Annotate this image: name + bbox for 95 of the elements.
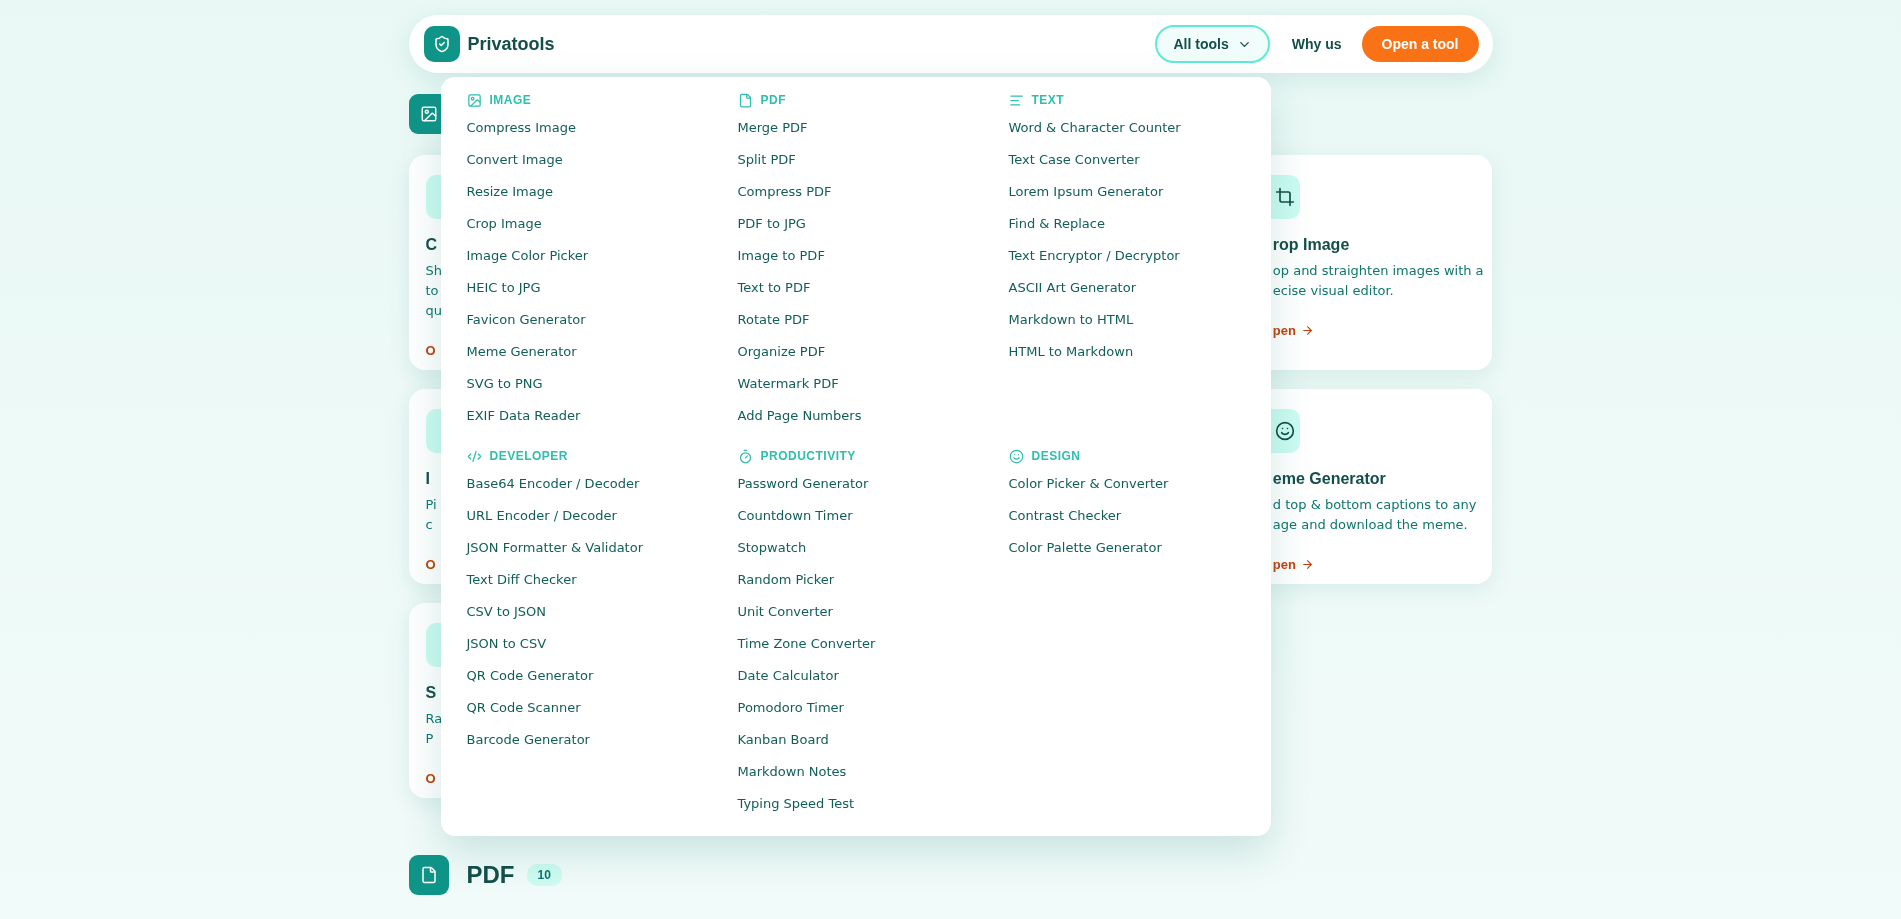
menu-item[interactable]: Password Generator [737,468,869,500]
smile-icon [1008,448,1024,464]
menu-item[interactable]: Countdown Timer [737,500,853,532]
menu-item[interactable]: Lorem Ipsum Generator [1008,176,1164,208]
menu-item[interactable]: PDF to JPG [737,208,806,240]
group-title: DESIGN [1031,449,1081,463]
timer-icon [737,448,753,464]
open-link[interactable]: pen [1272,323,1314,338]
section-title: PDF [466,861,515,889]
menu-item[interactable]: Base64 Encoder / Decoder [466,468,640,500]
menu-item[interactable]: Random Picker [737,564,835,596]
menu-item[interactable]: Image Color Picker [466,240,589,272]
menu-item[interactable]: JSON to CSV [466,628,547,660]
menu-item[interactable]: Watermark PDF [737,368,839,400]
crop-icon [1274,187,1295,207]
group-title: TEXT [1031,93,1065,107]
menu-item[interactable]: HEIC to JPG [466,272,541,304]
menu-item[interactable]: Text Case Converter [1008,144,1140,176]
menu-item[interactable]: CSV to JSON [466,596,547,628]
menu-item[interactable]: Meme Generator [466,336,577,368]
menu-item[interactable]: Markdown Notes [737,756,847,788]
nav-link[interactable]: Why us [1275,25,1358,63]
menu-item[interactable]: Color Palette Generator [1008,532,1162,564]
card-description: c [425,516,433,534]
file-icon [737,92,753,108]
menu-item[interactable]: Crop Image [466,208,542,240]
menu-item[interactable]: Find & Replace [1008,208,1105,240]
lines-icon [1008,92,1024,108]
menu-item[interactable]: Rotate PDF [737,304,810,336]
menu-item[interactable]: Compress Image [466,112,576,144]
arrow-right-icon [1300,324,1314,337]
arrow-right-icon [1300,558,1314,571]
brand-name[interactable]: Privatools [467,33,555,55]
menu-item[interactable]: Text Encryptor / Decryptor [1008,240,1180,272]
menu-item[interactable]: Merge PDF [737,112,808,144]
menu-item[interactable]: QR Code Generator [466,660,594,692]
menu-item[interactable]: URL Encoder / Decoder [466,500,617,532]
menu-item[interactable]: Color Picker & Converter [1008,468,1169,500]
card-description: op and straighten images with a [1272,262,1484,280]
menu-item[interactable]: Barcode Generator [466,724,590,756]
count-badge: 10 [526,864,562,886]
menu-item[interactable]: QR Code Scanner [466,692,581,724]
menu-item[interactable]: Stopwatch [737,532,807,564]
group-title: IMAGE [489,93,532,107]
menu-item[interactable]: Typing Speed Test [737,788,855,820]
file-icon [408,855,449,895]
menu-item[interactable]: Markdown to HTML [1008,304,1134,336]
card-description: d top & bottom captions to any [1272,496,1477,514]
card-description: Ra [425,710,443,728]
open-link[interactable]: O [425,771,436,786]
open-link[interactable]: pen [1272,557,1314,572]
menu-item[interactable]: Date Calculator [737,660,839,692]
smile-icon [1274,421,1295,441]
group-title: PDF [760,93,786,107]
menu-item[interactable]: Pomodoro Timer [737,692,844,724]
menu-item[interactable]: Compress PDF [737,176,832,208]
menu-item[interactable]: ASCII Art Generator [1008,272,1136,304]
code-icon [466,448,482,464]
menu-item[interactable]: Unit Converter [737,596,833,628]
open-link[interactable]: O [425,557,436,572]
image-icon [466,92,482,108]
card-description: P [425,730,434,748]
menu-item[interactable]: Resize Image [466,176,553,208]
open-link[interactable]: O [425,343,436,358]
menu-item[interactable]: Convert Image [466,144,563,176]
dropdown-button[interactable]: All tools [1155,25,1270,63]
menu-item[interactable]: Kanban Board [737,724,829,756]
card-description: age and download the meme. [1272,516,1468,534]
card-title: rop Image [1272,235,1350,255]
card-title: C [425,235,438,255]
menu-item[interactable]: HTML to Markdown [1008,336,1134,368]
menu-item[interactable]: Word & Character Counter [1008,112,1181,144]
group-title: PRODUCTIVITY [760,449,856,463]
card-title: S [425,683,437,703]
card-title: eme Generator [1272,469,1386,489]
menu-item[interactable]: Contrast Checker [1008,500,1122,532]
card-description: ecise visual editor. [1272,282,1394,300]
menu-item[interactable]: Organize PDF [737,336,826,368]
menu-item[interactable]: EXIF Data Reader [466,400,581,432]
menu-item[interactable]: JSON Formatter & Validator [466,532,643,564]
card-title: I [425,469,430,489]
menu-item[interactable]: Favicon Generator [466,304,586,336]
menu-item[interactable]: Text to PDF [737,272,811,304]
group-title: DEVELOPER [489,449,568,463]
shield-icon [423,26,460,62]
card-description: qu [425,302,442,320]
card-description: Pi [425,496,437,514]
menu-item[interactable]: Text Diff Checker [466,564,577,596]
menu-item[interactable]: SVG to PNG [466,368,543,400]
menu-item[interactable]: Time Zone Converter [737,628,876,660]
menu-item[interactable]: Image to PDF [737,240,825,272]
menu-item[interactable]: Split PDF [737,144,796,176]
card-description: Sh [425,262,442,280]
card-description: to [425,282,439,300]
menu-item[interactable]: Add Page Numbers [737,400,862,432]
